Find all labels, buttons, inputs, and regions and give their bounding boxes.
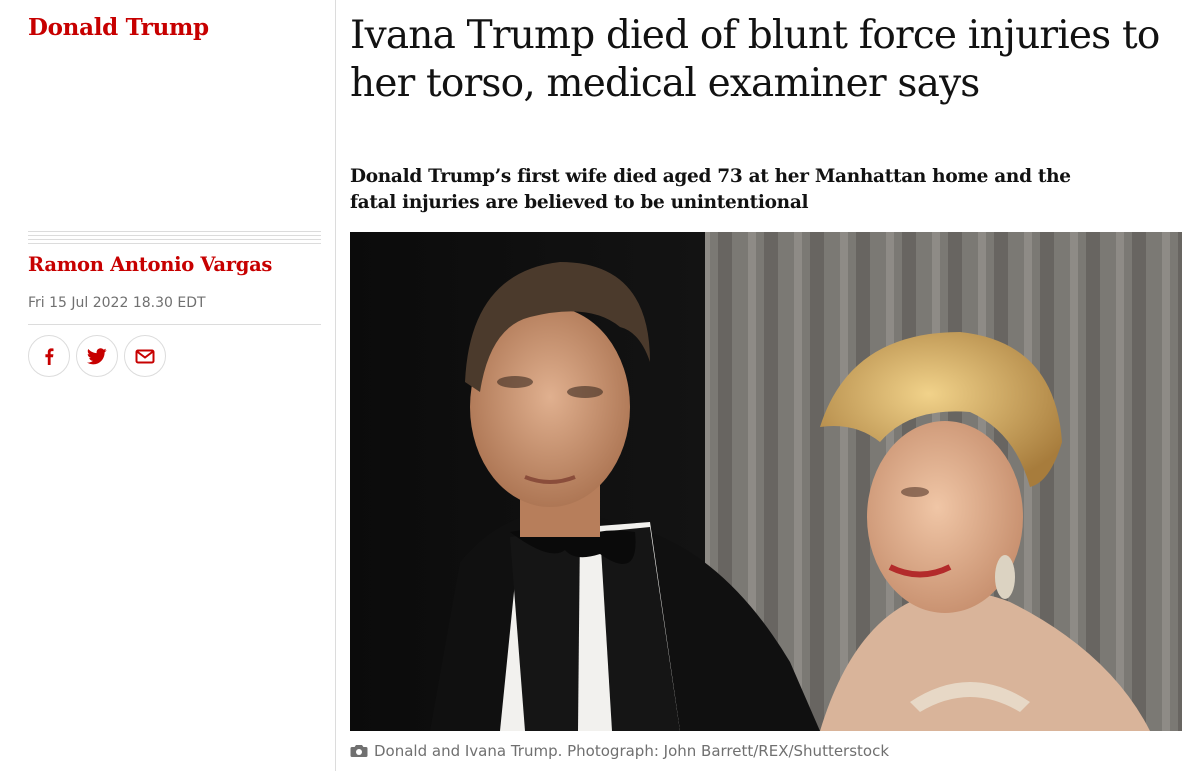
byline-divider [28,231,321,247]
article-standfirst: Donald Trump’s first wife died aged 73 a… [350,166,1071,213]
twitter-icon [87,347,107,364]
meta-divider [28,324,321,325]
main-photo[interactable] [350,232,1182,731]
camera-icon [350,745,368,757]
author-byline[interactable]: Ramon Antonio Vargas [28,253,272,276]
left-meta-rail: Donald Trump Ramon Antonio Vargas Fri 15… [0,0,336,771]
share-buttons [28,335,166,377]
photo-illustration [350,232,1182,731]
share-email-button[interactable] [124,335,166,377]
facebook-icon [45,348,54,365]
email-icon [135,349,155,363]
section-label[interactable]: Donald Trump [28,14,209,41]
article-headline: Ivana Trump died of blunt force injuries… [350,13,1160,106]
caption-text: Donald and Ivana Trump. Photograph: John… [374,742,890,760]
publish-date: Fri 15 Jul 2022 18.30 EDT [28,295,206,311]
share-facebook-button[interactable] [28,335,70,377]
photo-caption: Donald and Ivana Trump. Photograph: John… [350,742,889,760]
share-twitter-button[interactable] [76,335,118,377]
